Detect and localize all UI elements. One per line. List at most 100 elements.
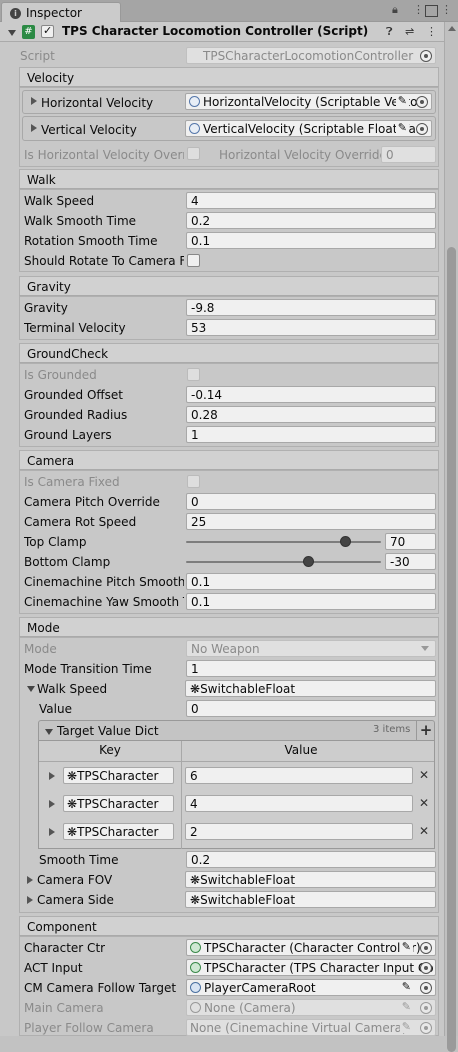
tab-inspector[interactable]: i Inspector [1,2,121,22]
grounded-offset-row: Grounded Offset -0.14 [0,385,440,405]
camera-fov-value: SwitchableFloat [200,873,296,887]
camera-icon [190,1002,201,1013]
camera-side-field[interactable]: ❋SwitchableFloat [185,891,436,908]
remove-icon[interactable]: ✕ [419,796,429,810]
dict-value-field[interactable]: 2 [185,823,413,840]
bottom-clamp-slider[interactable] [186,561,381,563]
pencil-icon[interactable]: ✎ [395,94,409,107]
act-input-field[interactable]: TPSCharacter (TPS Character Input Co [186,959,436,976]
chevron-right-icon[interactable] [49,800,55,808]
vertical-velocity-label[interactable]: Vertical Velocity [41,123,137,137]
top-clamp-slider-handle[interactable] [339,536,351,547]
value-field[interactable]: 0 [186,700,436,717]
pencil-icon[interactable]: ✎ [395,121,409,134]
kebab-menu-icon[interactable]: ⋮ [426,25,437,38]
bottom-clamp-slider-handle[interactable] [302,556,314,567]
help-icon[interactable]: ❓︎ [386,25,393,39]
act-input-value: TPSCharacter (TPS Character Input Co [204,961,434,975]
target-value-dict-header[interactable]: Target Value Dict 3 items + [38,720,435,741]
cm-follow-field[interactable]: PlayerCameraRoot ✎ [186,979,436,996]
is-grounded-checkbox[interactable] [187,368,200,381]
horizontal-override-field[interactable]: 0 [381,146,436,163]
dict-key-field[interactable]: ❋TPSCharacter [63,767,174,784]
camera-rot-field[interactable]: 25 [186,513,436,530]
walk-title: Walk [27,173,56,187]
main-camera-field[interactable]: None (Camera) ✎ [186,999,436,1016]
is-horizontal-override-checkbox[interactable] [187,147,200,160]
object-picker-icon[interactable] [420,942,432,954]
dict-key-field[interactable]: ❋TPSCharacter [63,795,174,812]
remove-icon[interactable]: ✕ [419,824,429,838]
mode-walk-speed-field[interactable]: ❋SwitchableFloat [185,680,436,697]
pencil-icon[interactable]: ✎ [399,940,413,953]
pencil-icon[interactable]: ✎ [399,1000,413,1013]
kebab-menu-icon[interactable]: ⋮ [413,3,424,16]
object-picker-icon[interactable] [420,982,432,994]
camera-side-label[interactable]: Camera Side [37,893,114,907]
character-ctr-field[interactable]: TPSCharacter (Character Controller) ✎ [186,939,436,956]
grounded-radius-field[interactable]: 0.28 [186,406,436,423]
top-clamp-slider[interactable] [186,541,381,543]
top-clamp-field[interactable]: 70 [385,533,436,550]
walk-smooth-field[interactable]: 0.2 [186,212,436,229]
scroll-up-arrow-icon[interactable] [448,26,456,31]
gameobject-icon [190,982,201,993]
grounded-offset-field[interactable]: -0.14 [186,386,436,403]
camera-fixed-checkbox[interactable] [187,475,200,488]
gravity-label: Gravity [24,301,68,315]
object-picker-icon[interactable] [420,962,432,974]
ground-layers-field[interactable]: 1 [186,426,436,443]
vertical-velocity-field[interactable]: VerticalVelocity (Scriptable Float Vari … [185,120,432,137]
rotate-to-camera-checkbox[interactable] [187,254,200,267]
object-picker-icon[interactable] [416,96,428,108]
mode-row: Mode No Weapon [0,639,440,659]
dict-value-field[interactable]: 4 [185,795,413,812]
mode-dropdown[interactable]: No Weapon [186,640,436,657]
chevron-down-icon[interactable] [27,686,35,692]
horizontal-velocity-field[interactable]: HorizontalVelocity (Scriptable Vector ✎ [185,93,432,110]
component-enabled-checkbox[interactable] [41,24,54,38]
rotation-smooth-field[interactable]: 0.1 [186,232,436,249]
cm-yaw-field[interactable]: 0.1 [186,593,436,610]
terminal-velocity-field[interactable]: 53 [186,319,436,336]
component-header[interactable]: # TPS Character Locomotion Controller (S… [0,22,458,42]
camera-fov-label[interactable]: Camera FOV [37,873,112,887]
chevron-right-icon[interactable] [27,896,33,904]
smooth-time-field[interactable]: 0.2 [186,851,436,868]
camera-fov-field[interactable]: ❋SwitchableFloat [185,871,436,888]
player-follow-camera-field[interactable]: None (Cinemachine Virtual Camera) ✎ [186,1019,436,1036]
chevron-right-icon[interactable] [27,876,33,884]
maximize-icon[interactable] [425,5,438,17]
chevron-right-icon[interactable] [49,772,55,780]
object-picker-icon[interactable] [420,1002,432,1014]
script-field[interactable]: TPSCharacterLocomotionController [186,47,436,64]
more-icon[interactable]: ⋮ [441,3,452,16]
dict-key-field[interactable]: ❋TPSCharacter [63,823,174,840]
lock-icon[interactable]: 🔒︎ [392,3,398,17]
add-icon[interactable]: + [416,721,435,740]
vertical-scrollbar[interactable] [444,22,458,1052]
presets-icon[interactable]: ⇌ [405,25,414,38]
object-picker-icon[interactable] [416,123,428,135]
pencil-icon[interactable]: ✎ [399,980,413,993]
mode-walk-speed-label[interactable]: Walk Speed [37,682,107,696]
horizontal-velocity-label[interactable]: Horizontal Velocity [41,96,153,110]
chevron-right-icon[interactable] [49,828,55,836]
walk-speed-field[interactable]: 4 [186,192,436,209]
dict-value-field[interactable]: 6 [185,767,413,784]
object-picker-icon[interactable] [420,50,432,62]
remove-icon[interactable]: ✕ [419,768,429,782]
bottom-clamp-field[interactable]: -30 [385,553,436,570]
pencil-icon[interactable]: ✎ [399,1020,413,1033]
walk-speed-row: Walk Speed 4 [0,191,440,211]
mode-transition-field[interactable]: 1 [186,660,436,677]
tab-label: Inspector [26,6,82,20]
camera-rot-label: Camera Rot Speed [24,515,137,529]
chevron-down-icon[interactable] [45,729,53,735]
scrollbar-thumb[interactable] [447,247,456,1052]
chevron-down-icon[interactable] [8,30,16,36]
camera-pitch-field[interactable]: 0 [186,493,436,510]
cm-pitch-field[interactable]: 0.1 [186,573,436,590]
gravity-field[interactable]: -9.8 [186,299,436,316]
object-picker-icon[interactable] [420,1022,432,1034]
